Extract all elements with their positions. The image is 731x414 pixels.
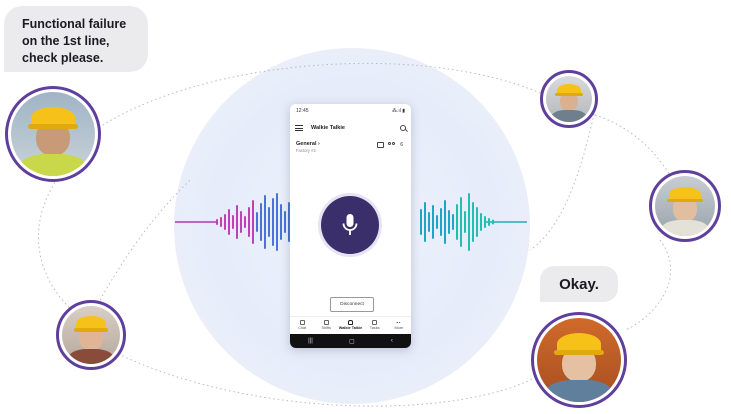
sound-wave-bar [244, 216, 246, 228]
sound-wave-bar [492, 219, 494, 225]
recents-icon[interactable]: ||| [308, 338, 313, 344]
sound-wave-bar [264, 195, 266, 249]
status-icons: ⁂.ıl ▮ [391, 107, 405, 114]
speech-bubble-right: Okay. [540, 266, 618, 302]
shifts-tab-icon [323, 320, 329, 325]
sound-wave-bar [460, 197, 462, 247]
status-time: 12:45 [296, 107, 309, 114]
sound-wave-bar [252, 200, 254, 244]
android-nav-bar: ||| ▢ ‹ [290, 334, 411, 348]
disconnect-button[interactable]: Disconnect [330, 297, 374, 312]
sound-wave-bar [440, 208, 442, 236]
sound-wave-bar [424, 202, 426, 242]
sound-wave-bar [248, 207, 250, 237]
sound-wave-bar [432, 205, 434, 239]
search-icon[interactable] [400, 125, 406, 131]
sound-wave-bar [452, 214, 454, 230]
sound-wave-bar [488, 218, 490, 226]
channel-name: General [296, 141, 317, 147]
sound-wave-bar [220, 217, 222, 227]
sound-wave-bar [284, 211, 286, 233]
sound-wave-bar [276, 193, 278, 251]
bubble-line-1: Functional failure [22, 17, 127, 31]
bottom-tab-bar: Chat Shifts Walkie Talkie Tasks More [290, 316, 411, 334]
sound-wave-bar [444, 200, 446, 244]
more-tab-icon [396, 322, 402, 325]
bubble-line-2: on the 1st line, [22, 34, 110, 48]
app-bar: Walkie Talkie [295, 121, 406, 135]
back-icon[interactable]: ‹ [391, 338, 393, 344]
sound-wave-bar [224, 214, 226, 230]
sound-wave-bar [436, 215, 438, 229]
sound-wave-bar [232, 215, 234, 229]
sound-wave-bar [260, 203, 262, 241]
avatar-worker-2 [540, 70, 598, 128]
avatar-worker-1 [5, 86, 101, 182]
sound-wave-bar [476, 207, 478, 237]
sound-wave-bar [268, 207, 270, 237]
walkie-talkie-tab-icon [347, 320, 353, 325]
channel-actions: 6 [377, 142, 403, 148]
avatar-worker-3 [649, 170, 721, 242]
home-icon[interactable]: ▢ [349, 338, 355, 345]
right-sound-wave [420, 193, 494, 251]
member-count: 6 [400, 142, 403, 148]
avatar-worker-4 [56, 300, 126, 370]
speech-bubble-left: Functional failure on the 1st line, chec… [4, 6, 148, 72]
push-to-talk-button[interactable] [321, 196, 379, 254]
chevron-right-icon: › [318, 141, 320, 147]
chat-icon[interactable] [377, 142, 385, 148]
sound-wave-bar [272, 198, 274, 246]
sound-wave-bar [256, 212, 258, 232]
phone-mockup: 12:45 ⁂.ıl ▮ Walkie Talkie General › Fac… [290, 104, 411, 348]
app-title: Walkie Talkie [311, 125, 345, 131]
tab-shifts[interactable]: Shifts [314, 317, 338, 334]
sound-wave-bar [448, 210, 450, 234]
tasks-tab-icon [372, 320, 378, 325]
bubble-line-3: check please. [22, 51, 104, 65]
sound-wave-bar [456, 204, 458, 240]
sound-wave-bar [280, 204, 282, 240]
sound-wave-bar [464, 211, 466, 233]
sound-wave-bar [428, 212, 430, 232]
tab-more[interactable]: More [387, 317, 411, 334]
sound-wave-bar [240, 211, 242, 233]
sound-wave-bar [228, 209, 230, 235]
left-sound-wave [216, 193, 298, 251]
channel-header[interactable]: General › Factory #2 [296, 141, 320, 153]
sound-wave-bar [236, 205, 238, 239]
sound-wave-bar [216, 219, 218, 225]
push-to-talk-ring [318, 193, 382, 257]
sound-wave-bar [468, 193, 470, 251]
members-icon[interactable] [388, 142, 396, 148]
status-bar: 12:45 ⁂.ıl ▮ [296, 106, 405, 115]
sound-wave-bar [472, 202, 474, 242]
avatar-worker-5 [531, 312, 627, 408]
illustration: Functional failure on the 1st line, chec… [0, 0, 731, 414]
sound-wave-bar [480, 213, 482, 231]
sound-wave-bar [420, 209, 422, 235]
chat-tab-icon [299, 320, 305, 325]
tab-tasks[interactable]: Tasks [363, 317, 387, 334]
tab-walkie-talkie[interactable]: Walkie Talkie [338, 317, 362, 334]
menu-icon[interactable] [295, 125, 303, 131]
tab-chat[interactable]: Chat [290, 317, 314, 334]
channel-subtitle: Factory #2 [296, 148, 316, 153]
microphone-icon [342, 214, 358, 235]
sound-wave-bar [484, 216, 486, 228]
